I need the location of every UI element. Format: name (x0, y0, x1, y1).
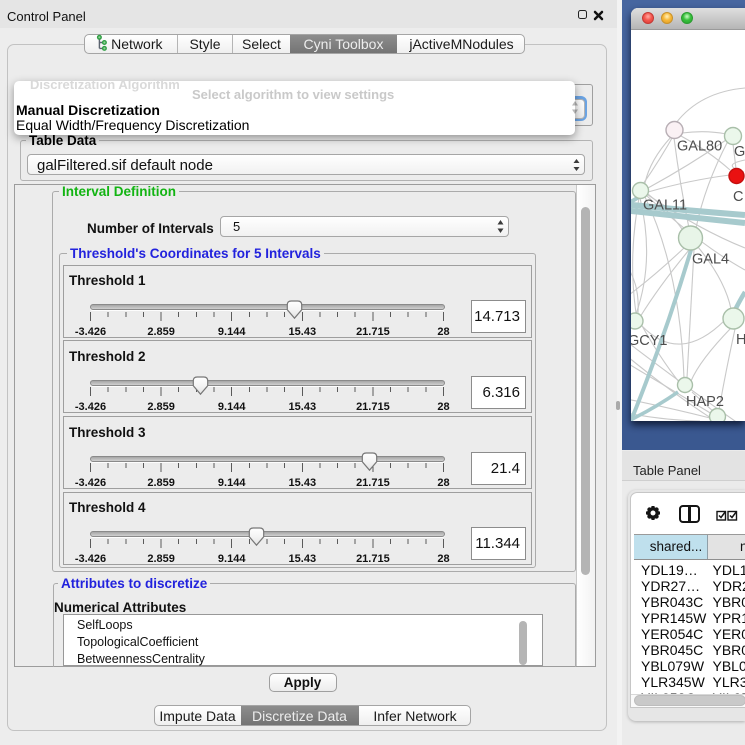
svg-text:GAL11: GAL11 (643, 198, 687, 214)
svg-text:GAL80: GAL80 (677, 139, 722, 155)
svg-text:H: H (736, 332, 745, 348)
svg-text:HAP2: HAP2 (686, 394, 724, 410)
svg-text:C: C (733, 189, 743, 205)
svg-text:GCY1: GCY1 (631, 333, 668, 349)
svg-text:GAL4: GAL4 (692, 252, 729, 268)
svg-text:GA: GA (734, 144, 745, 160)
